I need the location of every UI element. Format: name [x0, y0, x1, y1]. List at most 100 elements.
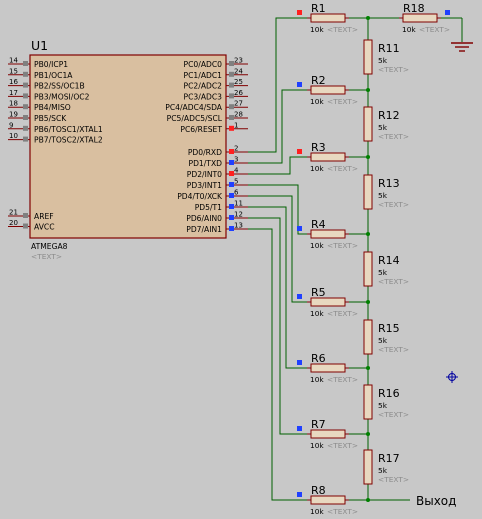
resistor-value: 10k: [310, 507, 324, 516]
resistor-text-placeholder: <TEXT>: [378, 200, 409, 209]
mcu-pin-name: PD2/INT0: [187, 170, 222, 179]
pin-state-indicator: [23, 61, 28, 66]
mcu-pin-name: PC6/RESET: [180, 125, 222, 134]
vertical-resistors: R115k<TEXT> R125k<TEXT> R135k<TEXT> R145k<T…: [363, 39, 409, 485]
resistor-r14[interactable]: R145k<TEXT>: [363, 251, 409, 287]
mcu-pin-name: PD4/T0/XCK: [177, 192, 223, 201]
pin-state-indicator: [297, 360, 302, 365]
resistor-text-placeholder: <TEXT>: [378, 65, 409, 74]
atmega8-chip[interactable]: U1ATMEGA8<TEXT>14 PB0/ICP115 PB1/OC1A16 PB2…: [8, 38, 248, 261]
resistor-body[interactable]: [310, 363, 346, 373]
mcu-pin-name: PD5/T1: [195, 203, 222, 212]
junction-dot: [366, 300, 370, 304]
mcu-pin-number: 26: [234, 89, 243, 97]
ground-symbol[interactable]: [451, 42, 473, 52]
junction-dot: [366, 432, 370, 436]
mcu-pin-number: 2: [234, 145, 238, 153]
mcu-pin-name: PC4/ADC4/SDA: [165, 103, 223, 112]
resistor-r13[interactable]: R135k<TEXT>: [363, 174, 409, 210]
junction-dot: [366, 232, 370, 236]
resistor-text-placeholder: <TEXT>: [419, 25, 450, 34]
resistor-text-placeholder: <TEXT>: [378, 345, 409, 354]
resistor-ref: R16: [378, 387, 400, 400]
resistor-text-placeholder: <TEXT>: [378, 475, 409, 484]
resistor-r17[interactable]: R175k<TEXT>: [363, 449, 409, 485]
resistor-ref: R17: [378, 452, 400, 465]
resistor-r15[interactable]: R155k<TEXT>: [363, 319, 409, 355]
schematic-canvas[interactable]: U1ATMEGA8<TEXT>14 PB0/ICP115 PB1/OC1A16 PB2…: [0, 0, 482, 519]
pin-state-indicator: [23, 93, 28, 99]
resistor-body[interactable]: [310, 13, 346, 23]
resistor-body[interactable]: [310, 495, 346, 505]
junction-dot: [366, 366, 370, 370]
mcu-pin-name: PD7/AIN1: [186, 225, 222, 234]
resistor-value: 10k: [310, 164, 324, 173]
mcu-pin-number: 20: [9, 219, 18, 227]
resistor-body[interactable]: [310, 85, 346, 95]
mcu-pin-number: 10: [9, 132, 18, 140]
resistor-body[interactable]: [310, 429, 346, 439]
mcu-ref-label: U1: [31, 38, 48, 53]
resistor-r16[interactable]: R165k<TEXT>: [363, 384, 409, 420]
resistor-ref: R15: [378, 322, 400, 335]
pin-state-indicator: [229, 160, 234, 165]
resistor-value: 10k: [310, 309, 324, 318]
resistor-body[interactable]: [310, 297, 346, 307]
junction-dot: [366, 16, 370, 20]
pin-state-indicator: [23, 82, 28, 88]
resistor-ref: R12: [378, 109, 400, 122]
pin-state-indicator: [229, 204, 234, 209]
resistor-ref: R1: [311, 2, 326, 15]
resistor-r11[interactable]: R115k<TEXT>: [363, 39, 409, 75]
resistor-body[interactable]: [363, 384, 373, 420]
mcu-pin-number: 12: [234, 211, 243, 219]
pin-state-indicator: [297, 82, 302, 87]
pin-state-indicator: [23, 223, 28, 229]
resistor-value: 10k: [310, 25, 324, 34]
pin-state-indicator: [23, 104, 28, 110]
resistor-text-placeholder: <TEXT>: [327, 375, 358, 384]
resistor-body[interactable]: [363, 106, 373, 142]
resistor-body[interactable]: [363, 39, 373, 75]
pin-state-indicator: [297, 426, 302, 431]
mcu-pin-number: 25: [234, 78, 243, 86]
resistor-body[interactable]: [363, 174, 373, 210]
resistor-body[interactable]: [363, 319, 373, 355]
resistor-ref: R18: [403, 2, 425, 15]
mcu-pin-number: 6: [234, 189, 239, 197]
junction-dot: [366, 155, 370, 159]
mcu-pin-name: AREF: [34, 212, 54, 221]
wires: [248, 17, 463, 501]
mcu-pin-number: 16: [9, 78, 18, 86]
mcu-pin-name: PB4/MISO: [34, 103, 71, 112]
pin-state-indicator: [297, 149, 302, 154]
mcu-pin-number: 11: [234, 200, 243, 208]
mcu-pin-name: PC1/ADC1: [184, 71, 223, 80]
resistor-ref: R5: [311, 286, 326, 299]
pin-state-indicator: [229, 61, 234, 66]
pin-state-indicator: [23, 115, 28, 120]
resistor-r12[interactable]: R125k<TEXT>: [363, 106, 409, 142]
resistor-text-placeholder: <TEXT>: [378, 277, 409, 286]
mcu-pin-number: 17: [9, 89, 18, 97]
mcu-pin-number: 1: [234, 121, 238, 129]
pin-state-indicator: [229, 226, 234, 231]
resistor-body[interactable]: [363, 449, 373, 485]
pin-state-indicator: [229, 115, 234, 120]
mcu-pin-name: PB2/SS/OC1B: [34, 82, 85, 91]
resistor-body[interactable]: [310, 229, 346, 239]
mcu-pin-number: 28: [234, 111, 243, 119]
mcu-pin-name: PC0/ADC0: [184, 60, 223, 69]
resistor-body[interactable]: [363, 251, 373, 287]
resistor-value: 10k: [402, 25, 416, 34]
mcu-pin-number: 9: [9, 121, 13, 129]
mcu-pin-name: PC5/ADC5/SCL: [167, 114, 223, 123]
mcu-pin-name: PC2/ADC2: [184, 82, 223, 91]
resistor-body[interactable]: [310, 152, 346, 162]
resistor-text-placeholder: <TEXT>: [378, 132, 409, 141]
mcu-pin-number: 13: [234, 222, 243, 230]
crosshair-cursor-icon: [446, 371, 458, 383]
mcu-pin-number: 18: [9, 100, 18, 108]
resistor-body[interactable]: [402, 13, 438, 23]
pin-state-indicator: [229, 71, 234, 77]
